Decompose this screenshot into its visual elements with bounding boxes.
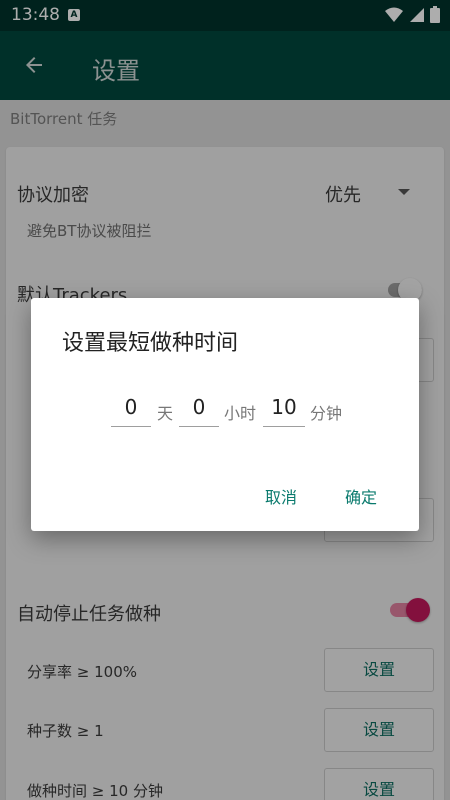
seed-time-dialog: 设置最短做种时间 0 天 0 小时 10 分钟 取消 确定 (31, 298, 419, 531)
minutes-unit: 分钟 (310, 404, 343, 423)
days-input[interactable]: 0 (111, 394, 151, 427)
hours-input[interactable]: 0 (179, 394, 219, 427)
dialog-title: 设置最短做种时间 (62, 331, 239, 356)
days-unit: 天 (157, 404, 174, 423)
minutes-input[interactable]: 10 (263, 394, 305, 427)
confirm-button[interactable]: 确定 (345, 484, 377, 508)
cancel-button[interactable]: 取消 (265, 484, 297, 508)
hours-unit: 小时 (224, 404, 257, 423)
